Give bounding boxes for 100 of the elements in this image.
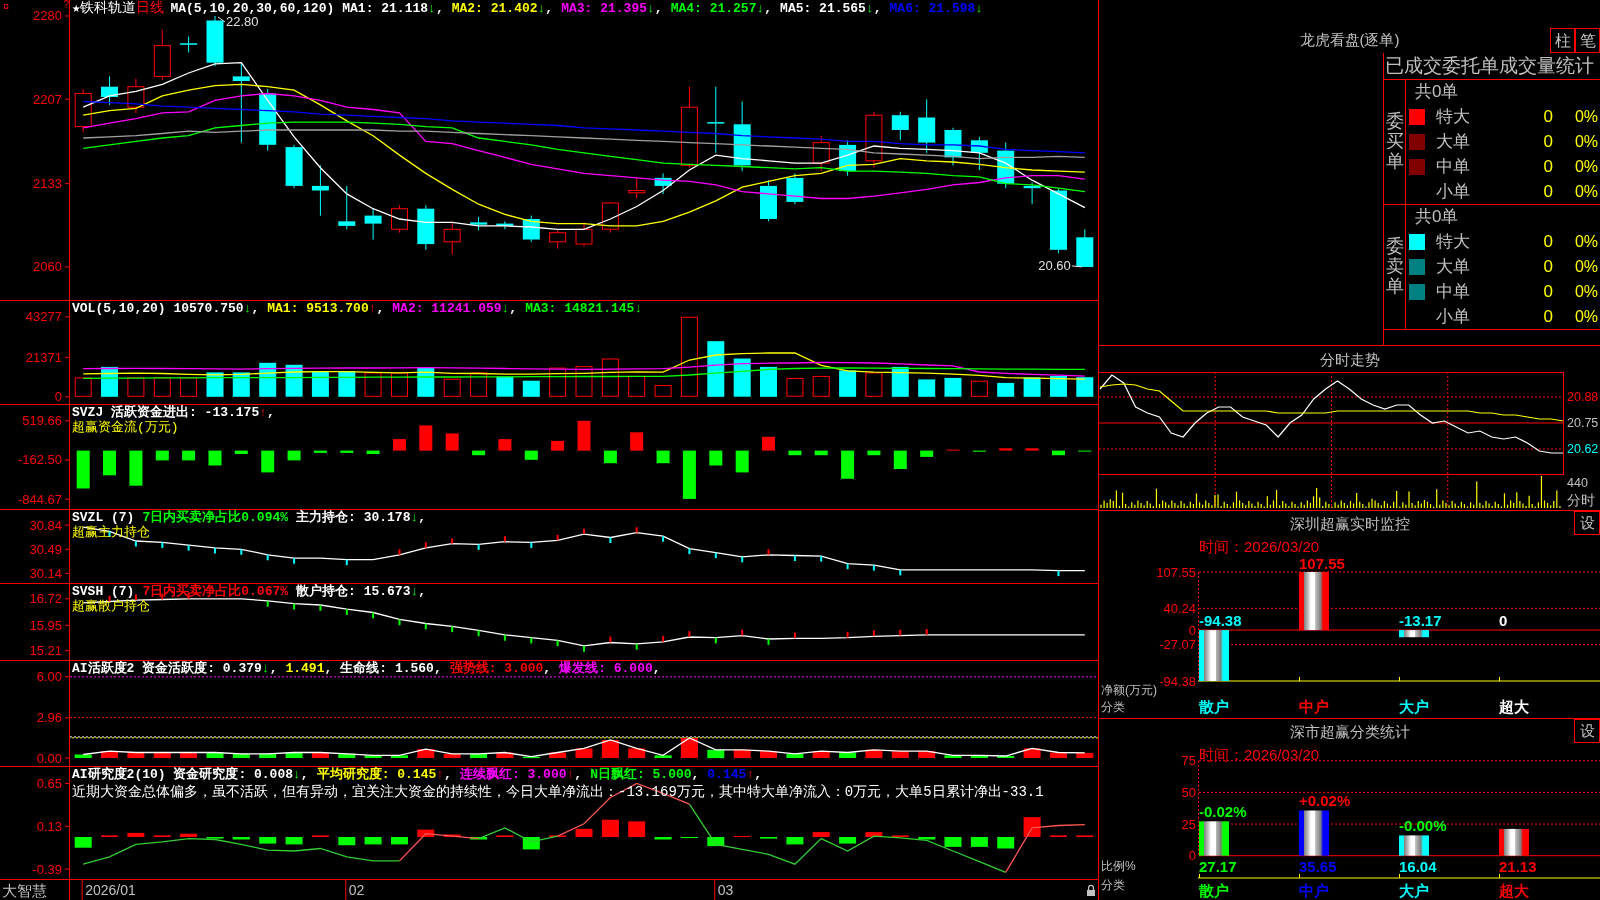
axis-label: -844.67 [17,491,62,507]
axis-label: 25 [1181,816,1196,832]
brand-label: 大智慧 [2,881,47,899]
axis-label: 2133 [33,176,62,192]
stock-title: ★铁科轨道 [72,1,137,16]
candle [1023,182,1041,205]
axis-label: 0 [1188,848,1196,864]
corner-symbol[interactable]: ¤ [3,1,10,12]
legend-item: SVZJ 活跃资金进出: -13.175↑, [72,405,275,420]
legend-item: MA(5,10,20,30,60,120) [170,1,335,16]
candle [786,172,804,205]
settings-button[interactable]: 设 [1574,719,1600,743]
help-symbol[interactable]: ? [63,0,69,10]
candle [654,172,672,195]
candle [865,111,883,169]
candle [311,164,329,217]
legend-item: 连续飘红: 3.000↑, [459,767,583,782]
indicator-caption: 超赢资金流(万元) [72,420,179,435]
price-annotation: 20.60 [1038,258,1071,274]
legend-item: VOL(5,10,20) 10570.750↓, [72,301,260,316]
legend-item: AI活跃度2 资金活跃度: 0.379↓, [72,661,278,676]
change-label: -0.02% [1199,802,1247,820]
candle [153,29,171,81]
value-label: -13.17 [1399,611,1442,629]
side-label: 委卖单 [1385,237,1404,297]
axis-label: 0.65 [36,775,62,791]
candle [812,135,830,172]
axis-title: 比例% [1101,859,1136,873]
candle [839,139,857,177]
axis-label: 107.55 [1156,564,1196,580]
candle [470,216,488,231]
settings-button[interactable]: 设 [1574,511,1600,535]
view-button[interactable]: 柱 [1550,28,1575,53]
value-label: 107.55 [1299,554,1345,572]
axis-label: -0.39 [32,861,62,877]
candle [601,201,619,234]
value-label: 0 [1499,611,1508,629]
count-value: 0 [1543,181,1553,202]
axis-title: 分类 [1101,700,1125,714]
count-value: 0 [1543,256,1553,277]
share-value: 0% [1574,131,1598,152]
axis-label: 30.14 [29,565,62,581]
size-label: 中单 [1436,281,1470,302]
count-value: 0 [1543,106,1553,127]
legend-item: MA3: 14821.145↓ [525,301,643,316]
candle [364,208,382,241]
change-label: +0.02% [1299,792,1351,810]
axis-label: 43277 [25,309,62,325]
axis-label: 30.49 [29,541,62,557]
category-label: 大户 [1399,697,1429,715]
category-label: 大户 [1399,881,1429,899]
category-label: 超大 [1499,881,1529,899]
axis-label: 0 [54,389,62,405]
candle [575,221,593,247]
value-label: 16.04 [1399,857,1437,875]
category-label: 超大 [1499,697,1529,715]
size-label: 特大 [1436,231,1470,252]
lock-icon [1087,884,1095,896]
panel-title: 龙虎看盘(逐单) [1299,31,1400,48]
count-value: 0 [1543,281,1553,302]
view-button[interactable]: 笔 [1575,28,1600,53]
share-value: 0% [1574,281,1598,302]
axis-label: 0 [1188,622,1196,638]
axis-label: 75 [1181,753,1196,769]
time-label: 时间：2026/03/20 [1199,538,1320,555]
candle [206,15,224,67]
category-label: 散户 [1199,697,1229,715]
legend-item: 散户持仓: 15.673↓, [296,584,427,599]
count-value: 0 [1543,231,1553,252]
axis-label: 2.96 [36,710,62,726]
share-value: 0% [1574,306,1598,327]
candle [417,204,435,251]
legend-item: 强势线: 3.000, [449,661,552,676]
share-value: 0% [1574,106,1598,127]
axis-label: 6.00 [36,669,62,685]
candle [1050,187,1067,254]
candle [760,179,777,222]
axis-label: 2060 [33,259,62,275]
legend-item: MA1: 9513.700↑, [267,301,385,316]
axis-label: 20.62 [1567,442,1599,456]
legend-item: MA3: 21.395↓, [561,1,663,16]
legend-item: 7日内买卖净占比0.067% [142,584,289,599]
candle [707,86,725,154]
legend-item: AI研究度2(10) 资金研究度: 0.008↓, [72,767,309,782]
candle [285,144,303,189]
legend-item: MA2: 11241.059↓, [392,301,518,316]
candle [496,220,514,230]
date-label: 02 [348,882,365,898]
period-label: 日线 [136,1,165,16]
panel-title: 分时走势 [1319,350,1380,368]
candle [101,75,118,106]
side-label: 委买单 [1385,112,1404,172]
candle [733,101,751,172]
value-label: 21.13 [1499,857,1537,875]
share-value: 0% [1574,156,1598,177]
axis-label: -27.07 [1159,637,1196,653]
axis-label: 2280 [33,8,62,24]
legend-item: 7日内买卖净占比0.094% [142,510,289,525]
indicator-caption: 超赢散户持仓 [72,599,150,614]
stats-title: 已成交委托单成交量统计 [1384,53,1600,80]
